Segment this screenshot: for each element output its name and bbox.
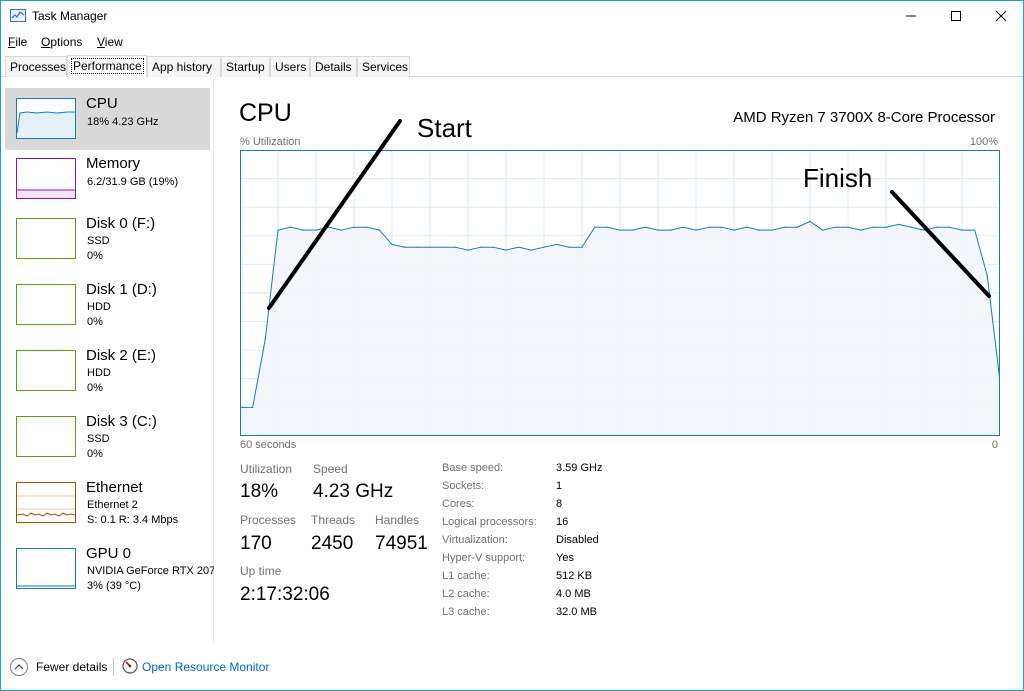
speed-label: Speed [313, 462, 348, 476]
open-resource-monitor-link[interactable]: Open Resource Monitor [142, 660, 269, 674]
uptime-label: Up time [240, 564, 282, 578]
chevron-up-icon[interactable] [10, 658, 28, 676]
annotation-start: Start [417, 113, 472, 143]
utilization-value: 18% [240, 481, 279, 502]
finish-arrow-line [890, 190, 991, 298]
spec-value: 4.0 MB [556, 588, 591, 600]
spec-label: Hyper-V support: [442, 552, 526, 564]
spec-label: L2 cache: [442, 588, 490, 600]
processes-label: Processes [240, 513, 297, 527]
handles-value: 74951 [375, 533, 428, 554]
spec-label: Cores: [442, 498, 475, 510]
threads-label: Threads [311, 513, 356, 527]
annotation-overlay [267, 119, 991, 310]
spec-value: Disabled [556, 534, 599, 546]
footer-divider [113, 658, 114, 676]
start-arrow-line [267, 119, 402, 310]
spec-value: 32.0 MB [556, 606, 597, 618]
speed-value: 4.23 GHz [313, 481, 394, 502]
spec-value: 16 [556, 516, 569, 528]
utilization-label: Utilization [240, 462, 293, 476]
handles-label: Handles [375, 513, 420, 527]
task-manager-window: Task Manager File Options View Processes… [0, 0, 1024, 691]
spec-value: 3.59 GHz [556, 462, 603, 474]
processes-value: 170 [240, 533, 272, 554]
spec-label: Base speed: [442, 462, 504, 474]
fewer-details-link[interactable]: Fewer details [36, 660, 107, 674]
spec-label: L3 cache: [442, 606, 490, 618]
threads-value: 2450 [311, 533, 354, 554]
spec-label: Sockets: [442, 480, 485, 492]
footer: Fewer details Open Resource Monitor [1, 651, 1023, 691]
resource-monitor-icon[interactable] [122, 658, 138, 674]
uptime-value: 2:17:32:06 [240, 584, 330, 605]
spec-value: 8 [556, 498, 563, 510]
spec-label: Virtualization: [442, 534, 508, 546]
spec-value: Yes [556, 552, 574, 564]
annotation-finish: Finish [803, 163, 873, 193]
spec-label: Logical processors: [442, 516, 537, 528]
spec-label: L1 cache: [442, 570, 490, 582]
spec-value: 512 KB [556, 570, 593, 582]
spec-value: 1 [556, 480, 563, 492]
